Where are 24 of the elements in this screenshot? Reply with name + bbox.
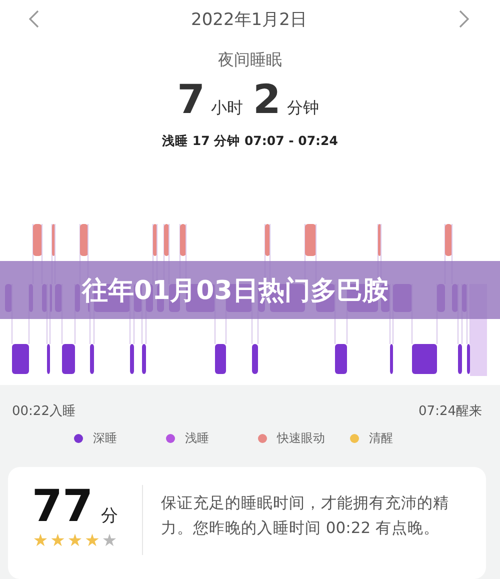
selected-stage-info: 浅睡 17 分钟 07:07 - 07:24 <box>161 133 339 150</box>
section-title: 夜间睡眠 <box>217 50 283 71</box>
advice-text: 保证充足的睡眠时间，才能拥有充沛的精力。您昨晚的入睡时间 00:22 有点晚。 <box>161 493 450 540</box>
legend-label: 浅睡 <box>185 430 209 448</box>
legend-label: 快速眼动 <box>277 430 325 448</box>
sleep-start-time: 00:22入睡 <box>12 403 76 420</box>
forward-icon[interactable] <box>459 10 470 28</box>
back-icon[interactable] <box>28 10 39 28</box>
banner-text: 往年01月03日热门多巴胺 <box>82 274 388 308</box>
hours-unit: 小时 <box>211 98 243 119</box>
star-icon: ★ <box>32 533 48 550</box>
minutes-unit: 分钟 <box>286 98 319 119</box>
star-icon: ★ <box>102 533 118 550</box>
date-title: 2022年1月2日 <box>191 8 307 30</box>
star-icon: ★ <box>50 533 66 550</box>
hours-value: 7 <box>177 77 205 123</box>
score-unit: 分 <box>101 505 118 528</box>
minutes-value: 2 <box>253 77 281 123</box>
wake-time: 07:24醒来 <box>418 403 482 420</box>
legend-label: 清醒 <box>369 430 393 448</box>
star-icon: ★ <box>67 533 83 550</box>
legend-label: 深睡 <box>93 430 117 448</box>
star-icon: ★ <box>84 533 100 550</box>
score-value: 77 <box>32 485 94 530</box>
